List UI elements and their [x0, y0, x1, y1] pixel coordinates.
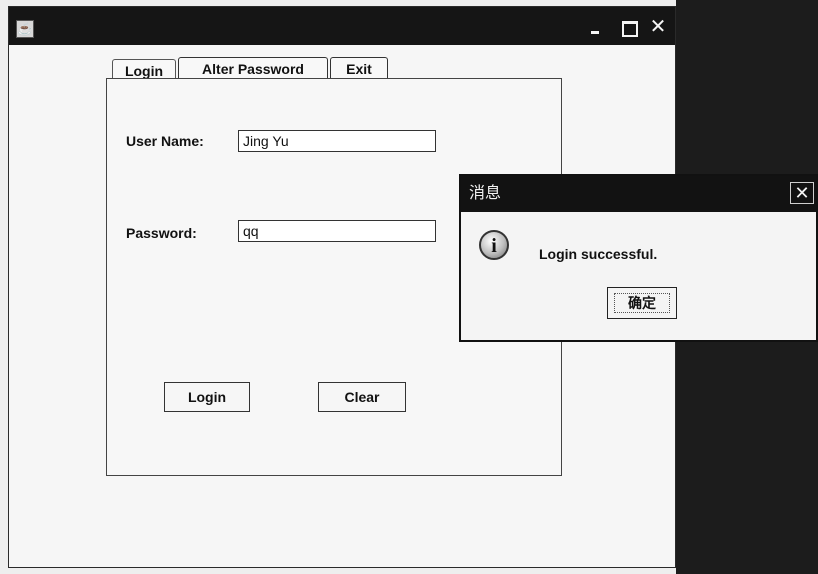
tab-exit-label: Exit: [346, 61, 372, 77]
maximize-icon[interactable]: [619, 16, 639, 38]
username-label: User Name:: [126, 133, 204, 149]
dialog-message: Login successful.: [539, 246, 658, 262]
screen: ☕ ✕ Login Alter Password Exit User Name:…: [0, 0, 818, 574]
dialog-title: 消息: [469, 185, 502, 202]
username-field[interactable]: Jing Yu: [238, 130, 436, 152]
window-titlebar[interactable]: ☕ ✕: [9, 7, 675, 45]
dialog-titlebar[interactable]: 消息: [461, 176, 816, 212]
focus-ring: [614, 293, 670, 313]
tab-alter-password-label: Alter Password: [202, 61, 304, 77]
tab-alter-password[interactable]: Alter Password: [178, 57, 328, 79]
dialog-ok-button[interactable]: 确定: [607, 287, 677, 319]
tab-login-label: Login: [124, 63, 164, 79]
clear-button[interactable]: Clear: [318, 382, 406, 412]
tab-exit[interactable]: Exit: [330, 57, 388, 79]
close-icon[interactable]: ✕: [647, 16, 669, 38]
password-label: Password:: [126, 225, 197, 241]
info-icon: i: [479, 230, 509, 260]
tab-login[interactable]: Login: [112, 59, 176, 80]
password-field[interactable]: qq: [238, 220, 436, 242]
message-dialog: 消息 ✕ i Login successful. 确定: [459, 174, 818, 342]
java-app-icon: ☕: [16, 20, 34, 38]
login-button[interactable]: Login: [164, 382, 250, 412]
dialog-close-icon[interactable]: ✕: [790, 182, 814, 204]
minimize-icon[interactable]: [587, 16, 605, 38]
